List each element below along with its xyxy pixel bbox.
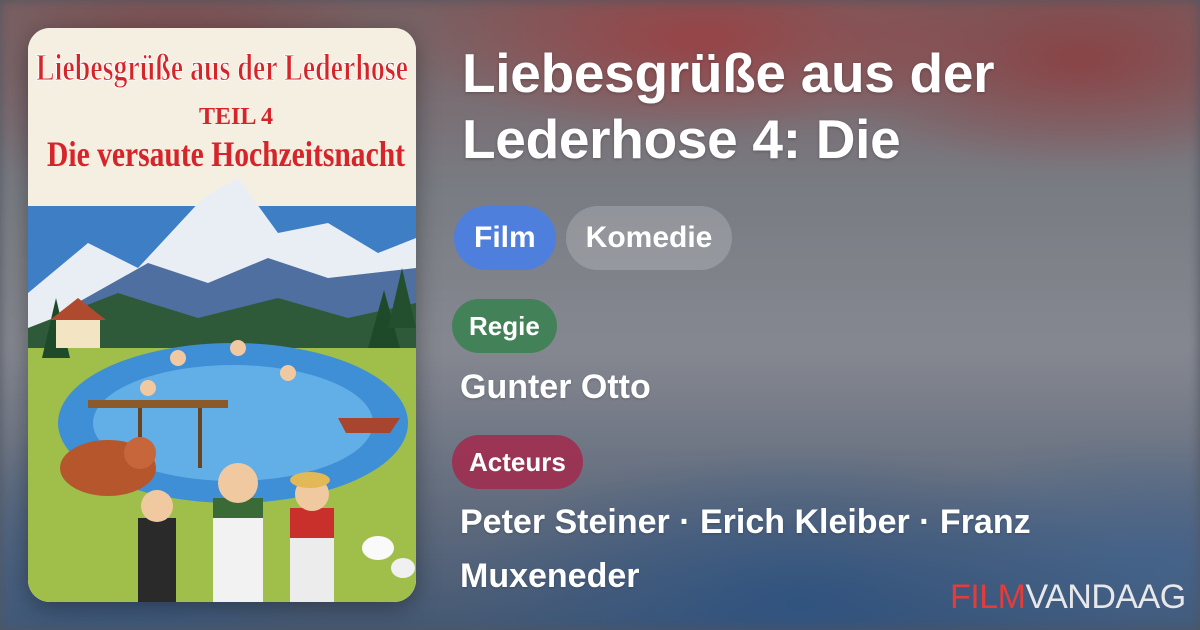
chip-film[interactable]: Film: [454, 206, 556, 270]
genre-chips: Film Komedie: [454, 206, 733, 270]
brand-part-vandaag: VANDAAG: [1025, 578, 1186, 616]
director-name: Gunter Otto: [460, 368, 651, 406]
poster-artwork: Liebesgrüße aus der Lederhose TEIL 4 Die…: [28, 28, 416, 602]
movie-title: Liebesgrüße aus der Lederhose 4: Die: [462, 42, 995, 170]
actors-line-1: Peter Steiner · Erich Kleiber · Franz: [460, 503, 1031, 541]
poster-title-line3: Die versaute Hochzeitsnacht: [47, 134, 405, 174]
poster-title-line2: TEIL 4: [199, 104, 273, 130]
brand-part-film: FILM: [950, 578, 1026, 616]
chip-komedie[interactable]: Komedie: [565, 206, 733, 270]
poster-title-line1: Liebesgrüße aus der Lederhose: [36, 47, 408, 89]
actors-label: Acteurs: [452, 435, 583, 489]
brand-logo[interactable]: FILMVANDAAG: [950, 578, 1186, 617]
movie-poster: Liebesgrüße aus der Lederhose TEIL 4 Die…: [28, 28, 416, 602]
director-label: Regie: [452, 299, 557, 353]
